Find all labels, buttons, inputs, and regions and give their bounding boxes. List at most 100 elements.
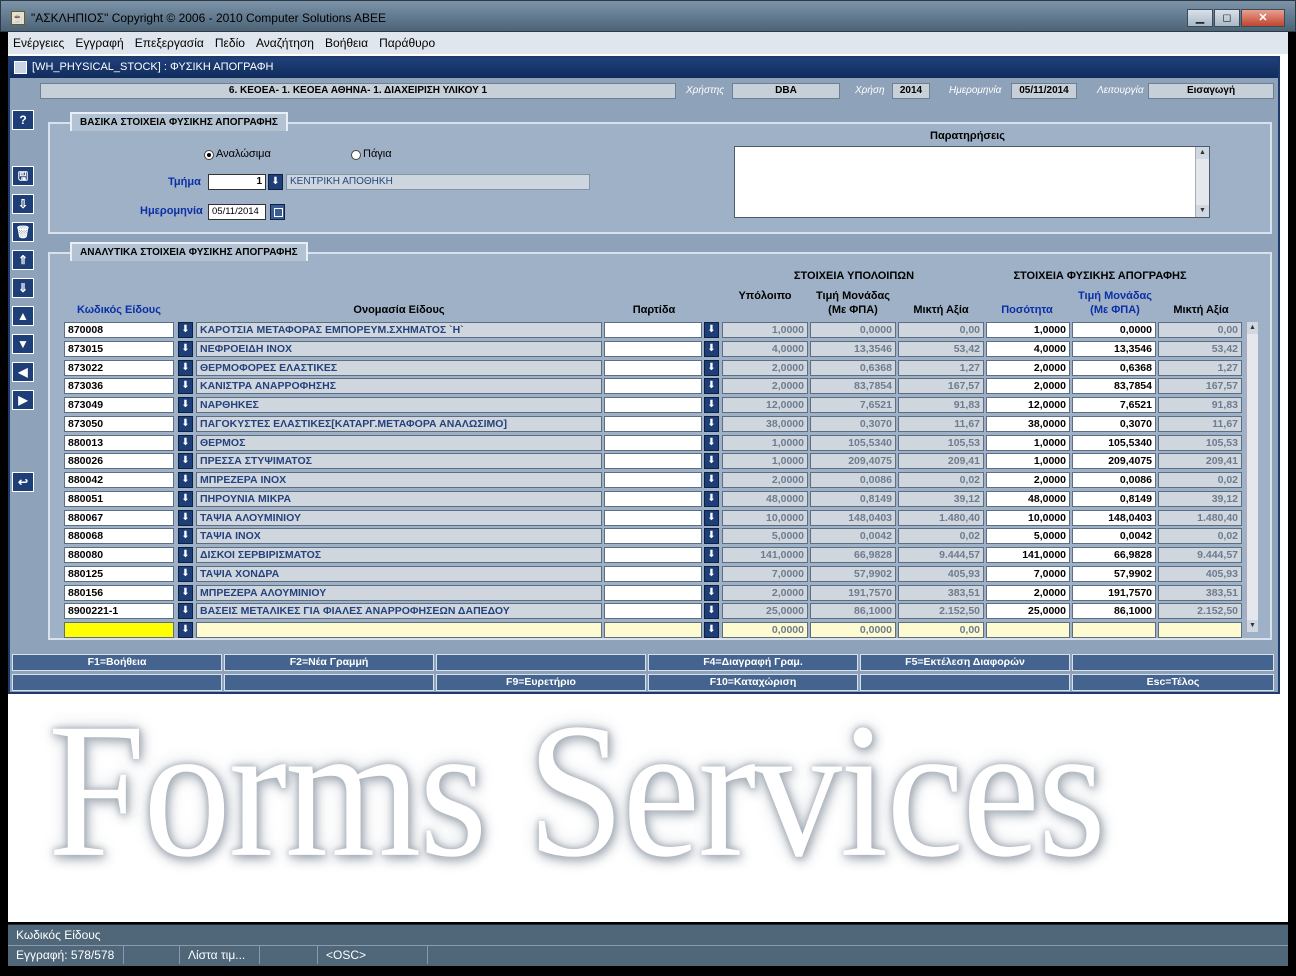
batch-cell[interactable] [604,453,702,470]
batch-cell[interactable] [604,603,702,620]
download-icon[interactable]: ⇩ [12,194,34,214]
close-button[interactable]: ✕ [1241,9,1285,27]
item-code-cell[interactable]: 873036 [64,378,174,395]
quantity-cell[interactable]: 38,0000 [986,415,1070,432]
batch-lov-icon[interactable]: ⬇ [704,322,719,338]
batch-cell[interactable] [604,322,702,338]
batch-lov-icon[interactable]: ⬇ [704,603,719,620]
maximize-button[interactable]: ◻ [1214,9,1240,27]
radio-fixed-group[interactable]: Πάγια [351,148,392,160]
f4-delete-line-button[interactable]: F4=Διαγραφή Γραμ. [648,654,858,671]
batch-cell[interactable] [604,547,702,563]
batch-cell[interactable] [604,415,702,432]
item-lov-icon[interactable]: ⬇ [178,528,193,545]
physical-unit-price-cell[interactable]: 57,9902 [1072,565,1156,582]
department-code-input[interactable]: 1 [208,174,266,190]
batch-lov-icon[interactable]: ⬇ [704,565,719,582]
batch-cell[interactable] [604,359,702,376]
f5-execute-differences-button[interactable]: F5=Εκτέλεση Διαφορών [860,654,1070,671]
menu-help[interactable]: Βοήθεια [320,32,371,50]
batch-cell[interactable] [604,490,702,507]
batch-cell[interactable] [604,528,702,545]
menu-edit[interactable]: Επεξεργασία [130,32,207,50]
batch-lov-icon[interactable]: ⬇ [704,453,719,470]
batch-cell[interactable] [604,622,702,638]
item-lov-icon[interactable]: ⬇ [178,415,193,432]
batch-lov-icon[interactable]: ⬇ [704,547,719,563]
item-lov-icon[interactable]: ⬇ [178,340,193,357]
previous-record-icon[interactable]: ▲ [12,306,34,326]
item-code-cell[interactable]: 873049 [64,397,174,413]
item-code-cell[interactable]: 880067 [64,509,174,526]
item-lov-icon[interactable]: ⬇ [178,453,193,470]
grid-scroll-down-icon[interactable]: ▼ [1247,620,1258,632]
batch-lov-icon[interactable]: ⬇ [704,584,719,601]
batch-lov-icon[interactable]: ⬇ [704,415,719,432]
physical-unit-price-cell[interactable]: 0,3070 [1072,415,1156,432]
physical-unit-price-cell[interactable]: 209,4075 [1072,453,1156,470]
item-code-cell[interactable] [64,622,174,638]
radio-fixed[interactable] [351,150,361,160]
item-code-cell[interactable]: 880156 [64,584,174,601]
batch-lov-icon[interactable]: ⬇ [704,378,719,395]
item-lov-icon[interactable]: ⬇ [178,509,193,526]
item-code-cell[interactable]: 8900221-1 [64,603,174,620]
item-lov-icon[interactable]: ⬇ [178,378,193,395]
batch-lov-icon[interactable]: ⬇ [704,434,719,451]
first-record-icon[interactable]: ⇑ [12,250,34,270]
menu-search[interactable]: Αναζήτηση [251,32,317,50]
quantity-cell[interactable]: 1,0000 [986,453,1070,470]
quantity-cell[interactable]: 1,0000 [986,322,1070,338]
item-code-cell[interactable]: 880013 [64,434,174,451]
physical-unit-price-cell[interactable]: 0,6368 [1072,359,1156,376]
batch-lov-icon[interactable]: ⬇ [704,509,719,526]
scroll-up-icon[interactable]: ▲ [1196,147,1209,159]
quantity-cell[interactable]: 141,0000 [986,547,1070,563]
quantity-cell[interactable]: 5,0000 [986,528,1070,545]
radio-consumables[interactable] [204,150,214,160]
batch-lov-icon[interactable]: ⬇ [704,397,719,413]
quantity-cell[interactable]: 25,0000 [986,603,1070,620]
batch-lov-icon[interactable]: ⬇ [704,490,719,507]
item-lov-icon[interactable]: ⬇ [178,397,193,413]
item-code-cell[interactable]: 880051 [64,490,174,507]
f1-help-button[interactable]: F1=Βοήθεια [12,654,222,671]
basic-date-input[interactable]: 05/11/2014 [208,204,266,220]
batch-cell[interactable] [604,584,702,601]
quantity-cell[interactable]: 2,0000 [986,378,1070,395]
item-lov-icon[interactable]: ⬇ [178,622,193,638]
batch-lov-icon[interactable]: ⬇ [704,622,719,638]
grid-scroll-up-icon[interactable]: ▲ [1247,322,1258,334]
f2-new-line-button[interactable]: F2=Νέα Γραμμή [224,654,434,671]
batch-cell[interactable] [604,340,702,357]
physical-unit-price-cell[interactable]: 0,8149 [1072,490,1156,507]
batch-cell[interactable] [604,378,702,395]
radio-consumables-group[interactable]: Αναλώσιμα [204,148,271,160]
last-record-icon[interactable]: ⇓ [12,278,34,298]
physical-unit-price-cell[interactable] [1072,622,1156,638]
quantity-cell[interactable] [986,622,1070,638]
exit-icon[interactable]: ↩ [12,472,34,492]
physical-unit-price-cell[interactable]: 105,5340 [1072,434,1156,451]
physical-unit-price-cell[interactable]: 148,0403 [1072,509,1156,526]
menu-field[interactable]: Πεδίο [210,32,248,50]
notes-scrollbar[interactable]: ▲ ▼ [1195,147,1209,217]
batch-lov-icon[interactable]: ⬇ [704,359,719,376]
quantity-cell[interactable]: 12,0000 [986,397,1070,413]
item-code-cell[interactable]: 880042 [64,472,174,488]
item-lov-icon[interactable]: ⬇ [178,603,193,620]
batch-cell[interactable] [604,509,702,526]
scroll-down-icon[interactable]: ▼ [1196,205,1209,217]
calendar-icon[interactable] [270,204,285,220]
item-code-cell[interactable]: 880026 [64,453,174,470]
physical-unit-price-cell[interactable]: 7,6521 [1072,397,1156,413]
item-code-cell[interactable]: 880080 [64,547,174,563]
quantity-cell[interactable]: 7,0000 [986,565,1070,582]
menu-actions[interactable]: Ενέργειες [8,32,67,50]
physical-unit-price-cell[interactable]: 0,0000 [1072,322,1156,338]
physical-unit-price-cell[interactable]: 191,7570 [1072,584,1156,601]
item-lov-icon[interactable]: ⬇ [178,472,193,488]
help-button[interactable]: ? [12,110,34,130]
item-lov-icon[interactable]: ⬇ [178,434,193,451]
quantity-cell[interactable]: 10,0000 [986,509,1070,526]
